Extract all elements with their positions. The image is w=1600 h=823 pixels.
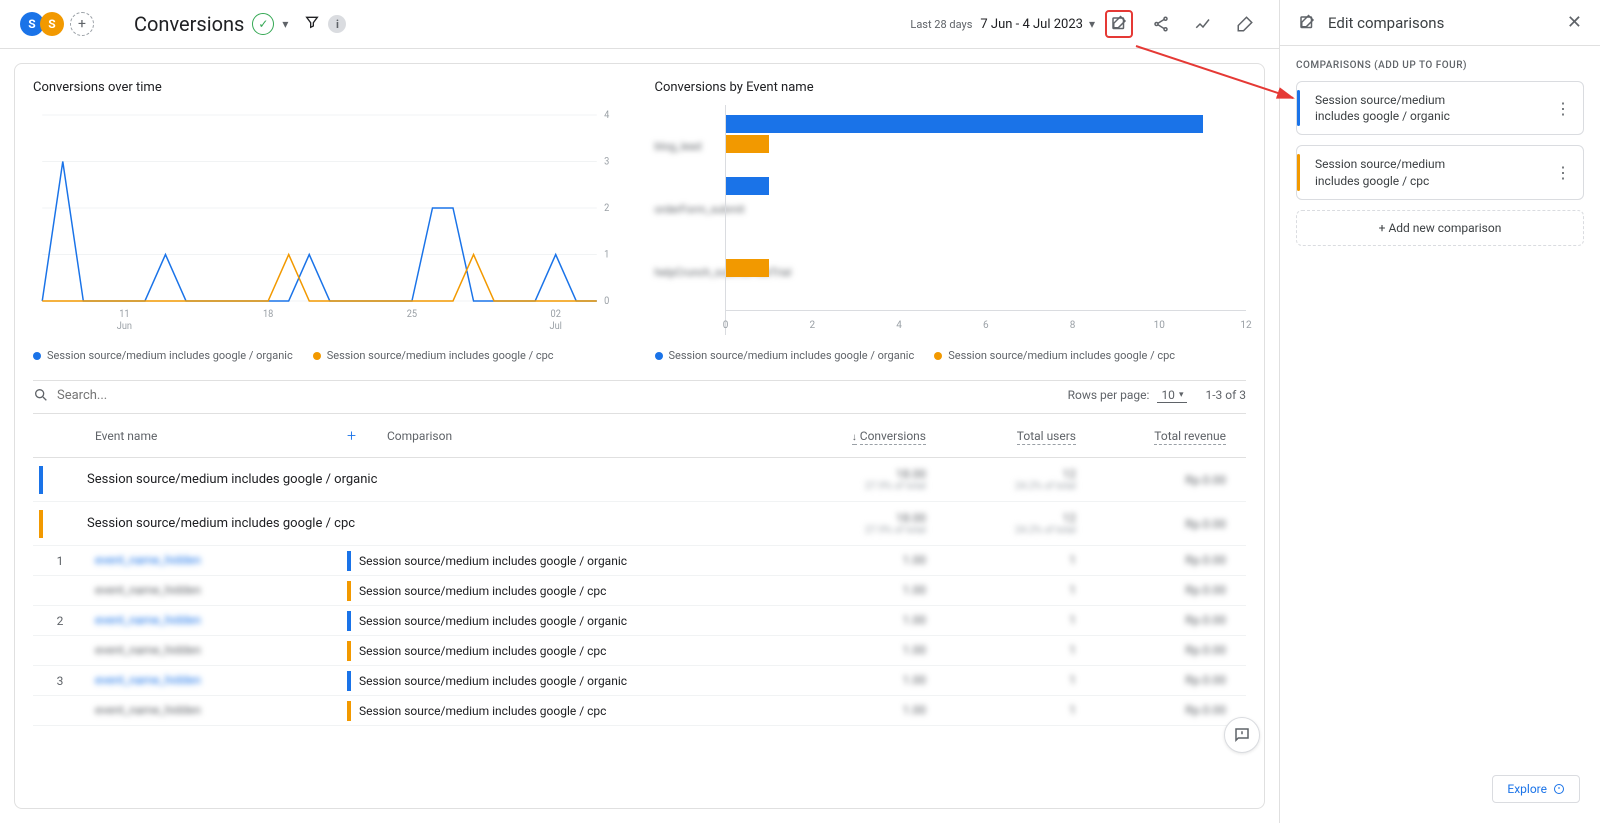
more-icon[interactable]: ⋮ <box>1555 163 1571 182</box>
line-chart-legend: Session source/medium includes google / … <box>33 349 625 362</box>
side-panel-title: Edit comparisons <box>1328 14 1555 32</box>
bar-chart-panel: Conversions by Event name blog_lead orde… <box>655 80 1247 362</box>
explore-button[interactable]: Explore <box>1492 775 1580 803</box>
bar-segment <box>726 259 769 277</box>
close-icon[interactable]: ✕ <box>1567 12 1582 33</box>
topbar: S S + Conversions ✓ ▾ i Last 28 days 7 J… <box>0 0 1279 49</box>
comparison-card[interactable]: Session source/mediumincludes google / o… <box>1296 81 1584 135</box>
summary-row: Session source/medium includes google / … <box>33 502 1246 546</box>
legend-label-b: Session source/medium includes google / … <box>327 349 554 362</box>
legend-dot-orange <box>934 352 942 360</box>
line-chart-title: Conversions over time <box>33 80 625 95</box>
table-header-row: Event name + Comparison ↓Conversions Tot… <box>33 414 1246 458</box>
svg-text:2: 2 <box>604 203 610 214</box>
table-row[interactable]: event_name_hidden Session source/medium … <box>33 636 1246 666</box>
svg-text:4: 4 <box>604 110 610 121</box>
th-conversions[interactable]: ↓Conversions <box>796 429 946 443</box>
svg-text:Jun: Jun <box>117 321 132 332</box>
th-comparison: Comparison <box>387 429 796 443</box>
chip-cpc[interactable]: S <box>40 12 64 36</box>
title-dropdown-caret[interactable]: ▾ <box>282 17 288 31</box>
legend-dot-orange <box>313 352 321 360</box>
date-dropdown-caret[interactable]: ▾ <box>1089 17 1095 31</box>
bar-chart-title: Conversions by Event name <box>655 80 1247 95</box>
table-row[interactable]: 2 event_name_hidden Session source/mediu… <box>33 606 1246 636</box>
status-badge-icon[interactable]: ✓ <box>252 13 274 35</box>
rows-per-select[interactable]: 10▾ <box>1157 388 1187 403</box>
add-dimension-button[interactable]: + <box>347 426 387 445</box>
edit-icon[interactable] <box>1231 10 1259 38</box>
table-row[interactable]: event_name_hidden Session source/medium … <box>33 576 1246 606</box>
table-row[interactable]: 1 event_name_hidden Session source/mediu… <box>33 546 1246 576</box>
legend-dot-blue <box>33 352 41 360</box>
report-card: Conversions over time 0 1 2 3 4 11Jun 18 25 02Ju… <box>14 63 1265 809</box>
legend-dot-blue <box>655 352 663 360</box>
bar-segment <box>726 135 769 153</box>
rows-per-label: Rows per page: <box>1068 388 1150 402</box>
search-icon <box>33 387 49 403</box>
table-row[interactable]: event_name_hidden Session source/medium … <box>33 696 1246 726</box>
insights-icon[interactable] <box>1189 10 1217 38</box>
feedback-button[interactable] <box>1224 717 1260 753</box>
date-range[interactable]: 7 Jun - 4 Jul 2023 <box>980 17 1083 32</box>
bar-segment <box>726 115 1203 133</box>
line-chart: 0 1 2 3 4 11Jun 18 25 02Jul <box>33 105 625 335</box>
bar-chart-legend: Session source/medium includes google / … <box>655 349 1247 362</box>
svg-text:0: 0 <box>604 296 609 307</box>
info-icon[interactable]: i <box>328 15 346 33</box>
bar-chart-y-labels: blog_lead orderForm_submit helpCrunch_su… <box>655 105 725 335</box>
more-icon[interactable]: ⋮ <box>1555 99 1571 118</box>
bar-segment <box>726 177 769 195</box>
add-comparison-chip[interactable]: + <box>70 12 94 36</box>
th-revenue[interactable]: Total revenue <box>1096 429 1246 443</box>
svg-text:1: 1 <box>604 249 609 260</box>
summary-row: Session source/medium includes google / … <box>33 458 1246 502</box>
th-event-name[interactable]: Event name <box>87 429 347 443</box>
svg-text:18: 18 <box>263 309 273 320</box>
table-row[interactable]: 3 event_name_hidden Session source/mediu… <box>33 666 1246 696</box>
bar-chart: 024681012 <box>725 105 1247 335</box>
data-table: Event name + Comparison ↓Conversions Tot… <box>33 413 1246 726</box>
comparison-card[interactable]: Session source/mediumincludes google / c… <box>1296 145 1584 199</box>
date-caption: Last 28 days <box>910 18 972 31</box>
add-comparison-button[interactable]: + Add new comparison <box>1296 210 1584 246</box>
page-title: Conversions <box>134 12 244 36</box>
svg-text:3: 3 <box>604 156 609 167</box>
comparison-chips: S S + <box>20 12 94 36</box>
share-icon[interactable] <box>1147 10 1175 38</box>
search-input[interactable] <box>57 388 257 403</box>
legend-label-b2: Session source/medium includes google / … <box>948 349 1175 362</box>
side-section-label: COMPARISONS (ADD UP TO FOUR) <box>1296 60 1584 71</box>
edit-comparisons-header-icon <box>1298 14 1316 32</box>
svg-text:25: 25 <box>407 309 418 320</box>
legend-label-a2: Session source/medium includes google / … <box>669 349 915 362</box>
filter-icon[interactable] <box>304 14 320 34</box>
side-panel: Edit comparisons ✕ COMPARISONS (ADD UP T… <box>1280 0 1600 823</box>
line-chart-panel: Conversions over time 0 1 2 3 4 11Jun 18 25 02Ju… <box>33 80 625 362</box>
svg-text:02: 02 <box>551 309 562 320</box>
edit-comparisons-icon[interactable] <box>1105 10 1133 38</box>
svg-text:11: 11 <box>119 309 129 320</box>
page-info: 1-3 of 3 <box>1205 388 1246 402</box>
th-users[interactable]: Total users <box>946 429 1096 443</box>
table-controls: Rows per page: 10▾ 1-3 of 3 <box>33 380 1246 409</box>
legend-label-a: Session source/medium includes google / … <box>47 349 293 362</box>
svg-text:Jul: Jul <box>549 321 561 332</box>
